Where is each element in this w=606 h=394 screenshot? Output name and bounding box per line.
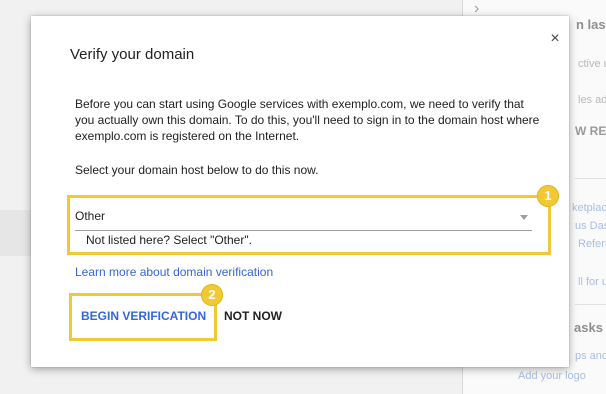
learn-more-link[interactable]: Learn more about domain verification [75, 265, 273, 279]
callout-badge-1: 1 [537, 185, 559, 207]
bg-card-heading: n last [576, 17, 606, 32]
bg-card-text: ctive u [578, 58, 606, 70]
not-now-button[interactable]: NOT NOW [218, 305, 288, 327]
verify-domain-dialog: Verify your domain × Before you can star… [31, 16, 569, 367]
bg-link[interactable]: us Das [575, 220, 606, 232]
domain-host-select-value: Other [75, 209, 106, 223]
dialog-title: Verify your domain [70, 46, 195, 63]
bg-card-heading: asks [574, 320, 603, 335]
bg-card-text: les ad [578, 94, 606, 106]
dialog-description: Before you can start using Google servic… [75, 97, 540, 143]
domain-host-select[interactable]: Other [75, 204, 532, 231]
close-icon[interactable]: × [545, 29, 565, 49]
begin-verification-button[interactable]: BEGIN VERIFICATION [75, 305, 212, 327]
bg-separator [575, 304, 606, 305]
bg-link[interactable]: ketplac [572, 202, 606, 214]
select-helper-text: Not listed here? Select "Other". [86, 233, 252, 247]
dialog-instruction: Select your domain host below to do this… [75, 163, 319, 177]
bg-link[interactable]: ll for u [578, 276, 606, 288]
bg-link[interactable]: ps and [575, 350, 606, 362]
callout-badge-2: 2 [201, 284, 223, 306]
bg-separator [575, 178, 606, 179]
bg-link-add-logo[interactable]: Add your logo [518, 370, 586, 382]
bg-card-action[interactable]: W REI [575, 124, 606, 138]
dropdown-arrow-icon [520, 215, 528, 220]
bg-link[interactable]: Referr [578, 238, 606, 250]
